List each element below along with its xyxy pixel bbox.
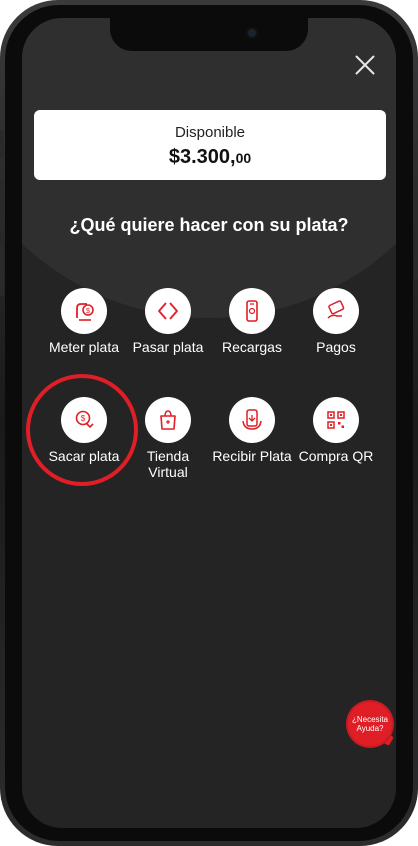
shopping-bag-icon	[145, 397, 191, 443]
power-button	[414, 200, 418, 280]
action-pasar-plata[interactable]: Pasar plata	[126, 288, 210, 355]
volume-up-button	[0, 180, 4, 232]
balance-label: Disponible	[174, 124, 246, 141]
action-label: Tienda Virtual	[146, 448, 190, 480]
close-button[interactable]	[352, 52, 378, 78]
balance-amount: $3.300,00	[34, 146, 386, 169]
volume-down-button	[0, 244, 4, 296]
deposit-icon: $	[61, 288, 107, 334]
action-tienda-virtual[interactable]: Tienda Virtual	[126, 397, 210, 480]
payments-icon	[313, 288, 359, 334]
action-pagos[interactable]: Pagos	[294, 288, 378, 355]
action-label: Pasar plata	[132, 339, 204, 355]
camera-icon	[246, 27, 258, 39]
action-recargas[interactable]: Recargas	[210, 288, 294, 355]
help-label: ¿Necesita Ayuda?	[351, 715, 388, 733]
action-recibir-plata[interactable]: Recibir Plata	[210, 397, 294, 464]
side-button	[0, 130, 4, 158]
balance-card: Disponible $3.300,00	[34, 110, 386, 180]
transfer-icon	[145, 288, 191, 334]
action-label: Pagos	[316, 339, 356, 355]
svg-text:$: $	[86, 308, 90, 315]
action-meter-plata[interactable]: $ Meter plata	[42, 288, 126, 355]
action-label: Meter plata	[48, 339, 120, 355]
receive-money-icon	[229, 397, 275, 443]
phone-topup-icon	[229, 288, 275, 334]
phone-notch	[110, 18, 308, 51]
balance-amount-main: $3.300,	[168, 146, 236, 168]
highlight-circle	[26, 374, 138, 486]
page-title: ¿Qué quiere hacer con su plata?	[69, 215, 349, 235]
action-label: Recargas	[222, 339, 282, 355]
action-label: Recibir Plata	[212, 448, 292, 464]
app-screen: Disponible $3.300,00 ¿Qué quiere hacer c…	[22, 18, 396, 828]
qr-code-icon	[313, 397, 359, 443]
help-button[interactable]: ¿Necesita Ayuda?	[348, 702, 392, 746]
action-compra-qr[interactable]: Compra QR	[294, 397, 378, 464]
action-label: Compra QR	[298, 448, 374, 464]
balance-amount-cents: 00	[235, 150, 252, 166]
